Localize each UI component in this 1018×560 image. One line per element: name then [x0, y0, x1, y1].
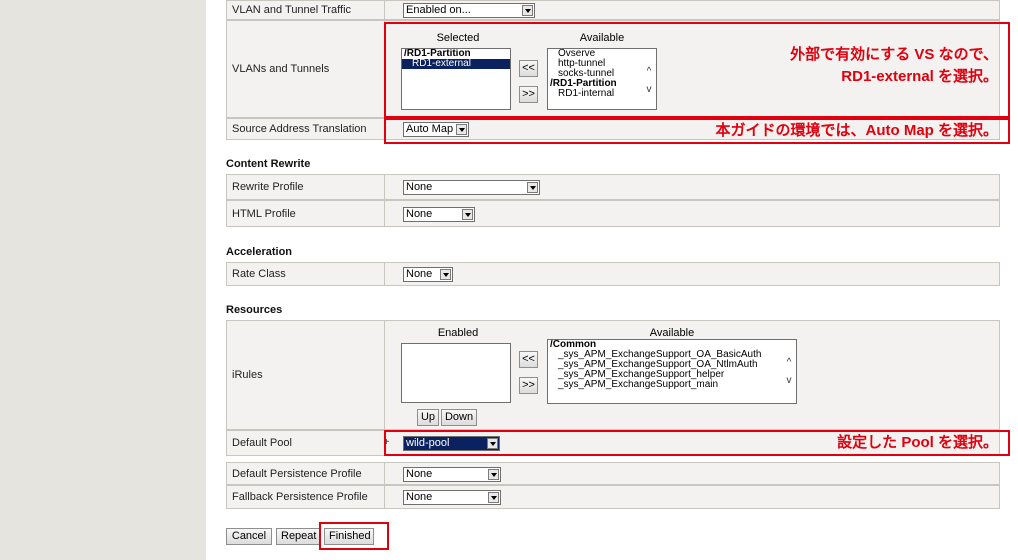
fallback-persistence-value: None: [406, 491, 433, 503]
chevron-down-icon[interactable]: [440, 269, 451, 280]
source-address-translation-label: Source Address Translation: [227, 119, 385, 139]
rewrite-profile-value: None: [406, 181, 433, 193]
rewrite-profile-select[interactable]: None: [403, 180, 540, 195]
chevron-down-icon[interactable]: [488, 492, 499, 503]
snat-annotation-note: 本ガイドの環境では、Auto Map を選択。: [715, 122, 999, 139]
rewrite-profile-row: Rewrite Profile None: [226, 174, 1000, 200]
fallback-persistence-select[interactable]: None: [403, 490, 501, 505]
chevron-down-icon[interactable]: [527, 182, 538, 193]
available-column-header: Available: [649, 327, 695, 339]
left-navigation-panel: [0, 0, 206, 560]
move-up-button[interactable]: Up: [417, 409, 439, 426]
cancel-button[interactable]: Cancel: [226, 528, 272, 545]
move-down-button[interactable]: Down: [441, 409, 477, 426]
fallback-persistence-row: Fallback Persistence Profile None: [226, 485, 1000, 509]
rate-class-value: None: [406, 268, 433, 280]
rate-class-label: Rate Class: [227, 263, 385, 285]
move-left-button[interactable]: <<: [519, 351, 538, 368]
move-right-button[interactable]: >>: [519, 377, 538, 394]
irules-label: iRules: [227, 321, 385, 429]
chevron-down-icon[interactable]: [462, 209, 473, 220]
chevron-down-icon[interactable]: [522, 5, 533, 16]
irules-enabled-listbox[interactable]: [401, 343, 511, 403]
vlans-tunnels-label: VLANs and Tunnels: [227, 21, 385, 117]
default-persistence-select[interactable]: None: [403, 467, 501, 482]
default-persistence-value: None: [406, 468, 433, 480]
html-profile-select[interactable]: None: [403, 207, 475, 222]
irules-row: iRules Enabled Available << >> /Common _…: [226, 320, 1000, 430]
pool-annotation-note: 設定した Pool を選択。: [837, 434, 998, 451]
vlan-annotation-note: 外部で有効にする VS なので、 RD1-external を選択。: [638, 44, 998, 88]
rate-class-select[interactable]: None: [403, 267, 453, 282]
html-profile-value: None: [406, 208, 433, 220]
repeat-button[interactable]: Repeat: [276, 528, 320, 545]
fallback-persistence-label: Fallback Persistence Profile: [227, 486, 385, 508]
content-rewrite-heading: Content Rewrite: [226, 158, 311, 170]
vlan-tunnel-traffic-value: Enabled on...: [406, 4, 471, 16]
chevron-down-icon[interactable]: v: [783, 376, 795, 386]
vlan-tunnel-traffic-label: VLAN and Tunnel Traffic: [227, 1, 385, 19]
enabled-column-header: Enabled: [437, 327, 479, 339]
virtual-server-form: VLAN and Tunnel Traffic Enabled on... VL…: [218, 0, 1010, 560]
acceleration-heading: Acceleration: [226, 246, 293, 258]
chevron-up-icon[interactable]: ^: [783, 358, 795, 368]
finished-annotation-box: [319, 522, 389, 550]
vlan-annotation-line1: 外部で有効にする VS なので、: [790, 46, 998, 63]
resources-heading: Resources: [226, 304, 283, 316]
vlan-tunnel-traffic-select[interactable]: Enabled on...: [403, 3, 535, 18]
default-persistence-label: Default Persistence Profile: [227, 463, 385, 484]
vlan-annotation-line2: RD1-external を選択。: [841, 68, 998, 85]
list-item[interactable]: _sys_APM_ExchangeSupport_main: [548, 380, 796, 390]
rewrite-profile-label: Rewrite Profile: [227, 175, 385, 199]
vlan-tunnel-traffic-row: VLAN and Tunnel Traffic Enabled on...: [226, 0, 1000, 20]
default-persistence-row: Default Persistence Profile None: [226, 462, 1000, 485]
default-pool-label: Default Pool: [227, 431, 385, 455]
listbox-scrollbar[interactable]: ^ v: [783, 340, 795, 403]
chevron-down-icon[interactable]: [488, 469, 499, 480]
html-profile-label: HTML Profile: [227, 201, 385, 226]
irules-available-listbox[interactable]: /Common _sys_APM_ExchangeSupport_OA_Basi…: [547, 339, 797, 404]
html-profile-row: HTML Profile None: [226, 200, 1000, 227]
rate-class-row: Rate Class None: [226, 262, 1000, 286]
